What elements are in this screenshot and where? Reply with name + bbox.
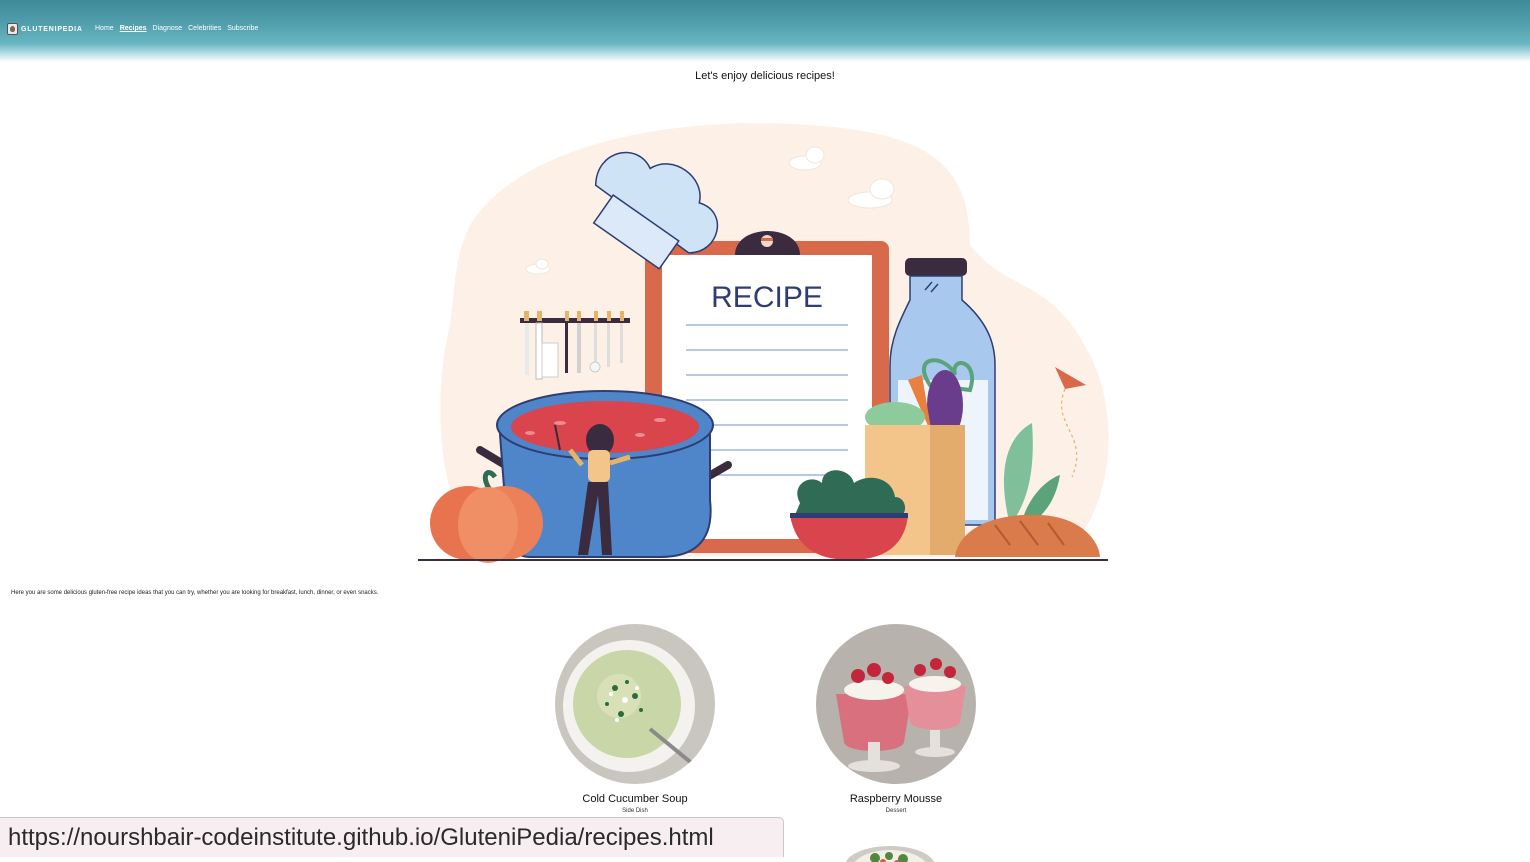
nav-celebrities[interactable]: Celebrities <box>188 24 221 33</box>
nav-subscribe[interactable]: Subscribe <box>227 24 258 33</box>
recipe-category: Dessert <box>885 808 907 814</box>
nav-home[interactable]: Home <box>95 24 114 33</box>
brand-name: GluteniPedia <box>21 25 83 33</box>
brand-logo-icon <box>7 23 18 35</box>
page-intro: Let's enjoy delicious recipes! <box>695 70 835 82</box>
site-header: GluteniPedia Home Recipes Diagnose Celeb… <box>0 0 1530 62</box>
recipe-card[interactable]: Cold Cucumber Soup Side Dish <box>550 624 720 814</box>
recipe-card[interactable]: Raspberry Mousse Dessert <box>811 624 981 814</box>
nav-recipes[interactable]: Recipes <box>120 24 147 33</box>
nav-diagnose[interactable]: Diagnose <box>153 24 183 33</box>
recipes-lead-text: Here you are some delicious gluten-free … <box>11 590 379 596</box>
status-bar-url: https://nourshbair-codeinstitute.github.… <box>0 817 784 857</box>
page: GluteniPedia Home Recipes Diagnose Celeb… <box>0 0 1530 862</box>
main-nav: Home Recipes Diagnose Celebrities Subscr… <box>95 24 258 33</box>
recipe-hero-illustration: RECIPE <box>418 123 1109 563</box>
raspberry-mousse-image[interactable] <box>816 624 976 784</box>
recipe-title[interactable]: Cold Cucumber Soup <box>550 793 720 805</box>
cold-cucumber-soup-image[interactable] <box>555 624 715 784</box>
recipe-board-title: RECIPE <box>711 281 823 314</box>
recipe-category: Side Dish <box>622 808 648 814</box>
recipe-title[interactable]: Raspberry Mousse <box>811 793 981 805</box>
brand-link[interactable]: GluteniPedia <box>7 22 83 36</box>
